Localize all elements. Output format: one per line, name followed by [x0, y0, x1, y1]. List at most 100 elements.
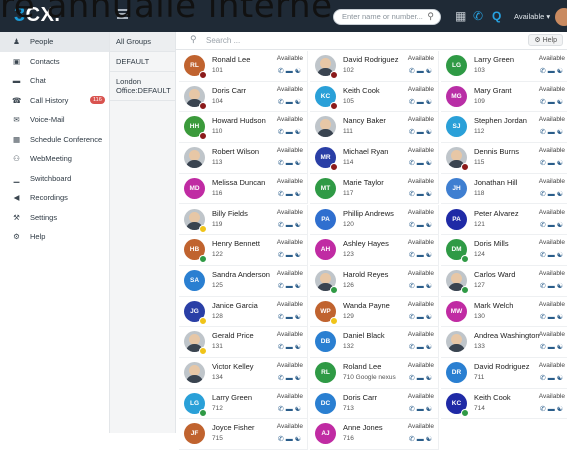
conference-icon[interactable]: ☯ — [295, 99, 303, 106]
conference-icon[interactable]: ☯ — [557, 160, 565, 167]
call-icon[interactable]: ✆ — [278, 222, 286, 229]
call-icon[interactable]: ✆ — [278, 436, 286, 443]
chat-icon[interactable]: ▬ — [417, 68, 426, 75]
sidebar-item-call-history[interactable]: ☎ Call History 116 — [0, 91, 109, 111]
chat-icon[interactable]: ▬ — [286, 314, 295, 321]
call-icon[interactable]: ✆ — [278, 283, 286, 290]
chat-icon[interactable]: ▬ — [548, 344, 557, 351]
call-icon[interactable]: ✆ — [409, 222, 417, 229]
contact-card[interactable]: JG Janice Garcia 128 Available ✆▬☯ — [179, 296, 308, 328]
chat-icon[interactable]: ▬ — [548, 314, 557, 321]
call-icon[interactable]: ✆ — [540, 68, 548, 75]
call-icon[interactable]: ✆ — [409, 252, 417, 259]
chat-icon[interactable]: ▬ — [417, 99, 426, 106]
chat-icon[interactable]: ▬ — [548, 129, 557, 136]
contact-card[interactable]: Gerald Price 131 Available ✆▬☯ — [179, 327, 308, 358]
contact-card[interactable]: Victor Kelley 134 Available ✆▬☯ — [179, 358, 308, 389]
call-icon[interactable]: ✆ — [409, 191, 417, 198]
call-icon[interactable]: ✆ — [540, 129, 548, 136]
chat-icon[interactable]: ▬ — [286, 375, 295, 382]
call-icon[interactable]: ✆ — [278, 160, 286, 167]
call-icon[interactable]: ✆ — [540, 99, 548, 106]
call-icon[interactable]: ✆ — [409, 160, 417, 167]
contact-card[interactable]: LG Larry Green 712 Available ✆▬☯ — [179, 388, 308, 420]
call-icon[interactable]: ✆ — [540, 283, 548, 290]
conference-icon[interactable]: ☯ — [295, 314, 303, 321]
call-icon[interactable]: ✆ — [278, 99, 286, 106]
conference-icon[interactable]: ☯ — [295, 129, 303, 136]
contact-card[interactable]: SJ Stephen Jordan 112 Available ✆▬☯ — [441, 112, 567, 144]
sidebar-item-people[interactable]: ♟ People — [0, 32, 109, 52]
chat-icon[interactable]: ▬ — [548, 68, 557, 75]
dialer-search-input[interactable]: Enter name or number... ⚲ — [333, 9, 441, 25]
chat-icon[interactable]: ▬ — [286, 252, 295, 259]
conference-icon[interactable]: ☯ — [426, 375, 434, 382]
conference-icon[interactable]: ☯ — [426, 283, 434, 290]
call-icon[interactable]: ✆ — [409, 436, 417, 443]
contact-card[interactable]: Doris Carr 104 Available ✆▬☯ — [179, 81, 308, 113]
chat-icon[interactable]: ▬ — [286, 160, 295, 167]
contact-card[interactable]: MD Melissa Duncan 116 Available ✆▬☯ — [179, 173, 308, 205]
conference-icon[interactable]: ☯ — [295, 344, 303, 351]
contact-card[interactable]: David Rodriguez 102 Available ✆▬☯ — [310, 51, 439, 82]
call-icon[interactable]: ✆ — [409, 314, 417, 321]
contact-card[interactable]: Andrea Washington 133 Available ✆▬☯ — [441, 327, 567, 358]
conference-icon[interactable]: ☯ — [426, 406, 434, 413]
dialpad-grid-icon[interactable]: ▦ — [455, 9, 466, 23]
contact-card[interactable]: PA Phillip Andrews 120 Available ✆▬☯ — [310, 204, 439, 236]
conference-icon[interactable]: ☯ — [426, 191, 434, 198]
sidebar-item-webmeeting[interactable]: ⚇ WebMeeting — [0, 149, 109, 169]
chat-icon[interactable]: ▬ — [286, 129, 295, 136]
contact-card[interactable]: KC Keith Cook 714 Available ✆▬☯ — [441, 388, 567, 420]
contact-card[interactable]: RL Roland Lee 710 Google nexus Available ✆▬☯ — [310, 358, 439, 389]
contact-card[interactable]: Carlos Ward 127 Available ✆▬☯ — [441, 265, 567, 297]
conference-icon[interactable]: ☯ — [426, 222, 434, 229]
chat-icon[interactable]: ▬ — [548, 252, 557, 259]
group-item[interactable]: All Groups — [110, 32, 175, 52]
chat-icon[interactable]: ▬ — [286, 406, 295, 413]
contact-card[interactable]: PA Peter Alvarez 121 Available ✆▬☯ — [441, 204, 567, 236]
call-icon[interactable]: ✆ — [278, 252, 286, 259]
sidebar-item-help[interactable]: ⚙ Help — [0, 227, 109, 247]
contact-card[interactable]: DM Doris Mills 124 Available ✆▬☯ — [441, 235, 567, 266]
call-icon[interactable]: ✆ — [540, 222, 548, 229]
sidebar-item-voice-mail[interactable]: ✉ Voice-Mail — [0, 110, 109, 130]
contact-card[interactable]: Harold Reyes 126 Available ✆▬☯ — [310, 265, 439, 297]
chat-icon[interactable]: ▬ — [417, 283, 426, 290]
contact-card[interactable]: LG Larry Green 103 Available ✆▬☯ — [441, 51, 567, 82]
conference-icon[interactable]: ☯ — [557, 222, 565, 229]
sidebar-item-contacts[interactable]: ▣ Contacts — [0, 52, 109, 72]
chat-icon[interactable]: ▬ — [548, 283, 557, 290]
conference-icon[interactable]: ☯ — [426, 129, 434, 136]
sidebar-item-switchboard[interactable]: ▁ Switchboard — [0, 169, 109, 189]
conference-icon[interactable]: ☯ — [557, 344, 565, 351]
call-icon[interactable]: ✆ — [278, 129, 286, 136]
call-icon[interactable]: ✆ — [540, 191, 548, 198]
chat-icon[interactable]: ▬ — [548, 222, 557, 229]
call-icon[interactable]: ✆ — [540, 314, 548, 321]
conference-icon[interactable]: ☯ — [426, 436, 434, 443]
chat-icon[interactable]: ▬ — [417, 314, 426, 321]
contact-card[interactable]: AJ Anne Jones 716 Available ✆▬☯ — [310, 419, 439, 450]
call-icon[interactable]: ✆ — [540, 406, 548, 413]
queue-icon[interactable]: Q — [492, 9, 501, 23]
sidebar-item-schedule-conference[interactable]: ▦ Schedule Conference — [0, 130, 109, 150]
contact-card[interactable]: DC Doris Carr 713 Available ✆▬☯ — [310, 388, 439, 420]
conference-icon[interactable]: ☯ — [557, 283, 565, 290]
chat-icon[interactable]: ▬ — [417, 160, 426, 167]
conference-icon[interactable]: ☯ — [426, 344, 434, 351]
conference-icon[interactable]: ☯ — [557, 129, 565, 136]
help-button[interactable]: ⚙ Help — [528, 34, 563, 46]
conference-icon[interactable]: ☯ — [295, 283, 303, 290]
group-item[interactable]: DEFAULT — [110, 52, 175, 72]
chat-icon[interactable]: ▬ — [417, 436, 426, 443]
conference-icon[interactable]: ☯ — [426, 160, 434, 167]
contact-card[interactable]: Dennis Burns 115 Available ✆▬☯ — [441, 143, 567, 174]
group-item[interactable]: London Office:DEFAULT — [110, 72, 175, 101]
contact-card[interactable]: WP Wanda Payne 129 Available ✆▬☯ — [310, 296, 439, 328]
search-icon[interactable]: ⚲ — [427, 11, 434, 22]
conference-icon[interactable]: ☯ — [295, 252, 303, 259]
chat-icon[interactable]: ▬ — [417, 252, 426, 259]
call-icon[interactable]: ✆ — [409, 283, 417, 290]
contact-card[interactable]: MG Mary Grant 109 Available ✆▬☯ — [441, 81, 567, 113]
